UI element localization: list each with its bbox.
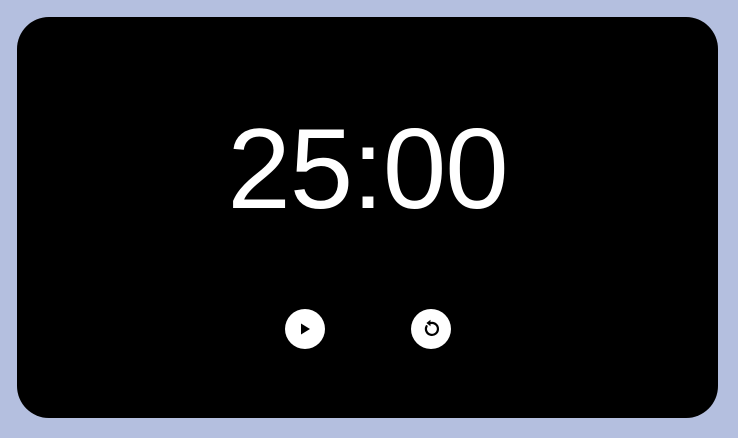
time-display: 25:00	[227, 106, 508, 233]
timer-card: 25:00	[17, 17, 718, 418]
reset-icon	[424, 319, 440, 337]
play-icon	[301, 323, 310, 335]
play-button[interactable]	[285, 309, 325, 349]
reset-button[interactable]	[411, 309, 451, 349]
